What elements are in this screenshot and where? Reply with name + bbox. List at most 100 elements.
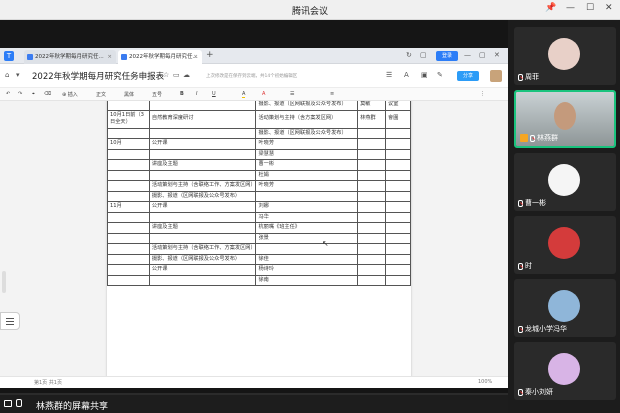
table-cell-content[interactable]: 活动策划与主持（含联络工作、方案发区网） bbox=[148, 180, 257, 192]
table-cell-owner[interactable] bbox=[357, 222, 387, 234]
table-cell-owner[interactable] bbox=[357, 243, 387, 255]
tab-1[interactable]: 2022年秋学期每月研究任... × bbox=[24, 50, 116, 64]
menu-icon[interactable]: ☰ bbox=[386, 71, 392, 79]
table-cell-owner[interactable] bbox=[357, 159, 387, 171]
table-cell-content[interactable] bbox=[148, 232, 257, 244]
table-cell-form[interactable]: 杨诗玲 bbox=[255, 264, 359, 276]
table-cell-time[interactable] bbox=[107, 222, 150, 234]
folder-icon[interactable]: ▭ bbox=[173, 71, 180, 79]
comment-icon[interactable]: ✎ bbox=[437, 71, 443, 79]
table-cell-note[interactable] bbox=[385, 201, 411, 213]
participant-tile[interactable]: 秦小刘妍 bbox=[514, 342, 616, 400]
table-cell-note[interactable] bbox=[385, 148, 411, 160]
table-cell-owner[interactable] bbox=[357, 253, 387, 265]
align-button[interactable]: ≡ bbox=[330, 91, 334, 97]
table-cell-content[interactable] bbox=[148, 274, 257, 286]
table-cell-form[interactable]: 梁慧慧 bbox=[255, 148, 359, 160]
table-cell-time[interactable]: 10月1日前（3日全天） bbox=[107, 109, 150, 129]
table-cell-time[interactable] bbox=[107, 264, 150, 276]
table-cell-content[interactable]: 摄影、报道（区网联报及公众号发布） bbox=[148, 253, 257, 265]
table-cell-time[interactable] bbox=[107, 243, 150, 255]
font-icon[interactable]: A bbox=[404, 71, 409, 79]
table-cell-note[interactable] bbox=[385, 274, 411, 286]
table-cell-time[interactable] bbox=[107, 159, 150, 171]
table-cell-content[interactable]: 摄影、报道（区网联报及公众号发布） bbox=[148, 190, 257, 202]
min-icon[interactable]: — bbox=[464, 51, 471, 59]
refresh-icon[interactable]: ↻ bbox=[406, 51, 412, 59]
table-cell-form[interactable]: 曹一彬 bbox=[255, 159, 359, 171]
table-cell-owner[interactable] bbox=[357, 264, 387, 276]
table-cell-content[interactable]: 公开课 bbox=[148, 138, 257, 150]
table-cell-owner[interactable] bbox=[357, 211, 387, 223]
size-select[interactable]: 五号 bbox=[152, 91, 162, 98]
document-page-area[interactable]: 摄影、报道（区网联报及公众号发布） 莫敏 议室 10月1日前（3日全天） 自然教育深度研… bbox=[0, 101, 508, 376]
table-cell-owner[interactable] bbox=[357, 127, 387, 139]
table-cell-owner[interactable] bbox=[357, 190, 387, 202]
table-cell-form[interactable]: 张景 bbox=[255, 232, 359, 244]
new-tab-button[interactable]: + bbox=[206, 50, 214, 60]
table-cell-owner[interactable] bbox=[357, 169, 387, 181]
chevron-down-icon[interactable]: ▾ bbox=[16, 71, 20, 79]
scroll-handle[interactable] bbox=[2, 271, 6, 293]
table-cell-content[interactable]: 公开课 bbox=[148, 264, 257, 276]
table-cell-note[interactable] bbox=[385, 190, 411, 202]
outline-toggle-icon[interactable] bbox=[0, 312, 20, 330]
participant-tile[interactable]: 时 bbox=[514, 216, 616, 274]
table-cell-form[interactable] bbox=[255, 243, 359, 255]
table-cell-content[interactable]: 活动策划与主持（含联络工作、方案发区网） bbox=[148, 243, 257, 255]
table-cell-owner[interactable]: 林燕群 bbox=[357, 109, 387, 129]
table-cell-content[interactable] bbox=[148, 148, 257, 160]
home-icon[interactable]: ⌂ bbox=[5, 71, 9, 79]
list-button[interactable]: ☰ bbox=[290, 91, 294, 97]
table-cell-form[interactable]: 活动策划与主持（含方案发区网） bbox=[255, 109, 359, 129]
clear-format-icon[interactable]: ⌫ bbox=[44, 91, 51, 97]
table-cell-owner[interactable] bbox=[357, 201, 387, 213]
table-cell-time[interactable] bbox=[107, 148, 150, 160]
table-cell-content[interactable]: 讲座及主题 bbox=[148, 159, 257, 171]
table-cell-time[interactable]: 11月 bbox=[107, 201, 150, 213]
table-cell-note[interactable] bbox=[385, 232, 411, 244]
table-cell-owner[interactable] bbox=[357, 232, 387, 244]
table-cell-form[interactable]: 徐南 bbox=[255, 274, 359, 286]
table-cell-content[interactable] bbox=[148, 127, 257, 139]
table-cell-time[interactable]: 10月 bbox=[107, 138, 150, 150]
participant-tile[interactable]: 曹一彬 bbox=[514, 153, 616, 211]
highlight-button[interactable]: A bbox=[242, 91, 246, 98]
insert-button[interactable]: ⊕ 插入 bbox=[62, 91, 78, 98]
table-cell-note[interactable] bbox=[385, 159, 411, 171]
table-cell-form[interactable]: 杭丽嘴《班主任》 bbox=[255, 222, 359, 234]
table-cell-form[interactable]: 摄影、报道（区网联报及公众号发布） bbox=[255, 101, 359, 111]
format-painter-icon[interactable]: ⌖ bbox=[32, 91, 35, 97]
zoom-level[interactable]: 100% bbox=[478, 379, 492, 385]
table-cell-owner[interactable] bbox=[357, 180, 387, 192]
close-button[interactable]: ✕ bbox=[605, 3, 613, 13]
table-cell-time[interactable] bbox=[107, 253, 150, 265]
table-cell-owner[interactable] bbox=[357, 148, 387, 160]
table-cell-form[interactable]: 叶晓芳 bbox=[255, 180, 359, 192]
tab-2[interactable]: 2022年秋学期每月研究任... × bbox=[118, 50, 202, 64]
style-select[interactable]: 正文 bbox=[96, 91, 106, 98]
underline-button[interactable]: U bbox=[212, 91, 216, 97]
table-cell-time[interactable] bbox=[107, 180, 150, 192]
window-icon[interactable]: ▢ bbox=[420, 51, 427, 59]
table-cell-owner[interactable] bbox=[357, 274, 387, 286]
italic-button[interactable]: I bbox=[196, 91, 197, 97]
image-icon[interactable]: ▣ bbox=[421, 71, 428, 79]
participant-tile[interactable]: 林燕群 bbox=[514, 90, 616, 148]
share-button[interactable]: 分享 bbox=[457, 71, 479, 81]
redo-icon[interactable]: ↷ bbox=[18, 91, 22, 97]
pin-icon[interactable]: 📌 bbox=[545, 3, 556, 13]
table-cell-form[interactable]: 叶晓芳 bbox=[255, 138, 359, 150]
table-cell-note[interactable] bbox=[385, 264, 411, 276]
participant-tile[interactable]: 龙城小学冯华 bbox=[514, 279, 616, 337]
table-cell-time[interactable] bbox=[107, 127, 150, 139]
table-cell-time[interactable] bbox=[107, 211, 150, 223]
table-cell-note[interactable] bbox=[385, 180, 411, 192]
table-cell-content[interactable]: 自然教育深度研讨 bbox=[148, 109, 257, 129]
table-cell-note[interactable] bbox=[385, 169, 411, 181]
login-button[interactable]: 登录 bbox=[436, 51, 458, 61]
table-cell-time[interactable] bbox=[107, 190, 150, 202]
table-cell-content[interactable]: 公开课 bbox=[148, 201, 257, 213]
table-cell-owner[interactable] bbox=[357, 138, 387, 150]
font-select[interactable]: 黑体 bbox=[124, 91, 134, 98]
